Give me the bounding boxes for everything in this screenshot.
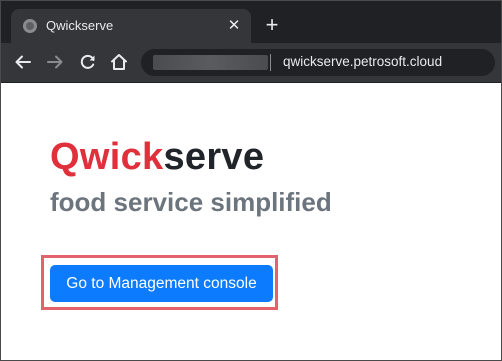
tagline: food service simplified [50, 187, 332, 217]
brand-part-dark: serve [163, 136, 265, 178]
browser-window: Qwickserve ✕ + qwickserve.petrosoft.clou… [0, 0, 502, 361]
brand-part-accent: Qwick [50, 136, 164, 178]
home-button[interactable] [107, 50, 131, 74]
browser-tab[interactable]: Qwickserve ✕ [11, 9, 251, 43]
address-url[interactable]: qwickserve.petrosoft.cloud [283, 54, 442, 69]
home-icon [111, 54, 127, 70]
forward-button[interactable] [43, 50, 67, 74]
reload-icon [80, 54, 95, 69]
arrow-left-icon [15, 55, 31, 69]
brand-logo: Qwickserve [50, 135, 264, 179]
globe-icon [23, 19, 37, 33]
address-separator [270, 54, 271, 71]
address-bar[interactable]: qwickserve.petrosoft.cloud [141, 49, 495, 76]
new-tab-button[interactable]: + [261, 14, 283, 36]
redacted-area [153, 55, 268, 70]
management-console-button[interactable]: Go to Management console [50, 265, 273, 302]
tab-title: Qwickserve [46, 18, 114, 33]
close-icon[interactable]: ✕ [225, 17, 243, 35]
reload-button[interactable] [76, 50, 100, 74]
back-button[interactable] [11, 50, 35, 74]
browser-toolbar: qwickserve.petrosoft.cloud [1, 43, 501, 83]
arrow-right-icon [47, 55, 63, 69]
tab-strip: Qwickserve ✕ + [1, 1, 501, 43]
page-content: Qwickserve food service simplified Go to… [1, 83, 501, 360]
